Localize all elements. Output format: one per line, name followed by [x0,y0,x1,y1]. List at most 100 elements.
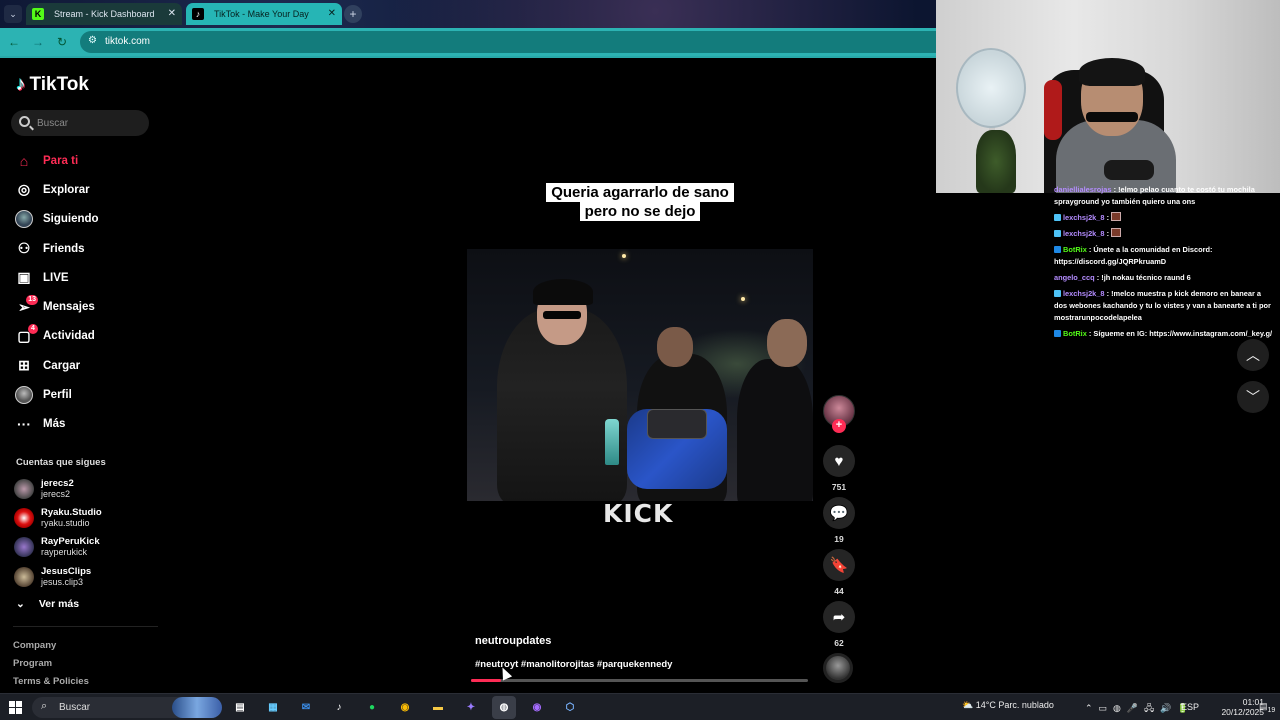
chrome-profile-icon[interactable]: ◉ [525,696,549,719]
footer-link-program[interactable]: Program [13,658,89,676]
chat-emote-icon [1111,228,1122,237]
app-icon[interactable]: ⬡ [558,696,582,719]
task-view-icon[interactable]: ▤ [228,696,252,719]
chrome-icon[interactable]: ◉ [393,696,417,719]
chat-username[interactable]: BotRix [1063,245,1087,254]
chat-username[interactable]: daniellialesrojas [1054,185,1112,194]
sidebar-item-mensajes[interactable]: ➢ 13 Mensajes [14,292,154,321]
search-highlight-image [172,697,222,718]
following-account[interactable]: jerecs2 jerecs2 [14,474,154,503]
sidebar-item-label: Friends [43,242,85,255]
chat-separator: : [1104,229,1112,238]
file-explorer-icon[interactable]: ▬ [426,696,450,719]
footer-link-terms[interactable]: Terms & Policies [13,676,89,694]
back-icon[interactable]: ← [5,33,23,51]
sidebar-item-cargar[interactable]: ⊞ Cargar [14,351,154,380]
weather-widget[interactable]: ⛅ 14°C Parc. nublado [962,700,1054,711]
share-icon[interactable]: ➦ [823,601,855,633]
microsoft-store-icon[interactable]: ▦ [261,696,285,719]
video-player[interactable] [467,249,813,501]
account-handle: jerecs2 [41,488,71,499]
following-account[interactable]: RayPeruKick rayperukick [14,533,154,562]
save-count: 44 [834,586,844,596]
kick-icon: K [32,8,44,20]
chat-username[interactable]: lexchsj2k_8 [1063,289,1105,298]
sidebar-item-friends[interactable]: ⚇ Friends [14,234,154,263]
following-list: jerecs2 jerecs2 Ryaku.Studio ryaku.studio … [14,474,154,591]
follow-button[interactable]: + [832,419,846,433]
account-handle: rayperukick [41,547,88,558]
see-more-button[interactable]: ⌄ Ver más [16,598,79,610]
avatar [14,507,34,528]
chevron-up-icon: ︿ [1246,347,1260,363]
chat-username[interactable]: lexchsj2k_8 [1063,213,1105,222]
chat-message: BotRix : Sígueme en IG: https://www.inst… [1054,328,1276,340]
sidebar-item-mas[interactable]: ··· Más [14,410,154,439]
new-tab-button[interactable]: + [344,5,362,23]
video-caption: Queria agarrarlo de sano pero no se dejo [520,183,760,221]
following-account[interactable]: Ryaku.Studio ryaku.studio [14,503,154,532]
search-icon: ⌕ [41,700,48,712]
close-icon[interactable]: ✕ [328,3,336,25]
obs-icon[interactable]: ◍ [492,696,516,719]
account-name: Ryaku.Studio [41,506,102,518]
comment-count: 19 [834,534,844,544]
taskbar-search[interactable]: ⌕ Buscar [32,697,222,718]
comment-icon[interactable]: 💬 [823,497,855,529]
sidebar-item-live[interactable]: ▣ LIVE [14,263,154,292]
footer-link-company[interactable]: Company [13,640,89,658]
next-video-button[interactable]: ﹀ [1237,381,1269,413]
site-info-icon[interactable]: ⚙ [88,35,97,46]
avatar [14,478,34,499]
caption-line-2: pero no se dejo [579,202,701,221]
chat-badge-icon [1054,214,1061,221]
clock[interactable]: 01:01 20/12/2025 [1208,697,1264,717]
chat-username[interactable]: angelo_ccq [1054,273,1095,282]
taskbar-search-label: Buscar [59,702,91,713]
outlook-icon[interactable]: ✉ [294,696,318,719]
video-author[interactable]: neutroupdates [475,635,551,647]
chat-emote-icon [1111,212,1122,221]
spotify-icon[interactable]: ● [360,696,384,719]
footer-links: Company Program Terms & Policies [13,640,89,694]
chat-message: lexchsj2k_8 : [1054,228,1276,240]
close-icon[interactable]: ✕ [168,3,176,25]
chat-username[interactable]: lexchsj2k_8 [1063,229,1105,238]
account-handle: ryaku.studio [41,517,90,528]
stream-chat: daniellialesrojas : !elmo pelao cuanto t… [1054,184,1276,344]
notifications-icon[interactable]: ▤19 [1259,701,1275,714]
sidebar-item-perfil[interactable]: Perfil [14,380,154,409]
tab-tiktok[interactable]: ♪ TikTok - Make Your Day ✕ [186,3,342,25]
tiktok-icon[interactable]: ♪ [327,696,351,719]
chat-username[interactable]: BotRix [1063,329,1087,338]
sidebar-item-actividad[interactable]: ▢ 4 Actividad [14,322,154,351]
tab-menu-icon[interactable]: ⌄ [4,5,22,23]
chat-text: Sígueme en IG: https://www.instagram.com… [1093,329,1273,338]
avatar [14,537,34,558]
music-disc-avatar[interactable] [823,653,853,683]
fan [956,48,1026,128]
following-account[interactable]: JesusClips jesus.clip3 [14,562,154,591]
sidebar-item-explorar[interactable]: ◎ Explorar [14,175,154,204]
windows-start-icon[interactable] [9,701,22,714]
search-input[interactable] [37,114,137,132]
reload-icon[interactable]: ↻ [53,33,71,51]
sidebar-item-siguiendo[interactable]: Siguiendo [14,205,154,234]
tab-title: TikTok - Make Your Day [214,9,309,19]
copilot-icon[interactable]: ✦ [459,696,483,719]
forward-icon[interactable]: → [29,33,47,51]
tiktok-logo[interactable]: ♪ TikTok [16,74,89,96]
video-progress-bar[interactable] [471,679,808,682]
heart-icon[interactable]: ♥ [823,445,855,477]
tab-kick-dashboard[interactable]: K Stream - Kick Dashboard ✕ [26,3,182,25]
language-indicator[interactable]: ESP [1181,702,1199,712]
url-field[interactable]: ⚙ tiktok.com [80,31,936,53]
sidebar-item-para-ti[interactable]: ⌂ Para ti [14,146,154,175]
like-action: ♥ 751 [823,445,855,492]
account-name: jerecs2 [41,477,74,489]
notification-badge: 4 [28,324,38,335]
bookmark-icon[interactable]: 🔖 [823,549,855,581]
weather-text: 14°C Parc. nublado [975,700,1054,710]
search-box[interactable] [11,110,149,136]
tray-icons[interactable]: ⌃▭◍🎤🖧🔊🔋 [1085,701,1195,717]
